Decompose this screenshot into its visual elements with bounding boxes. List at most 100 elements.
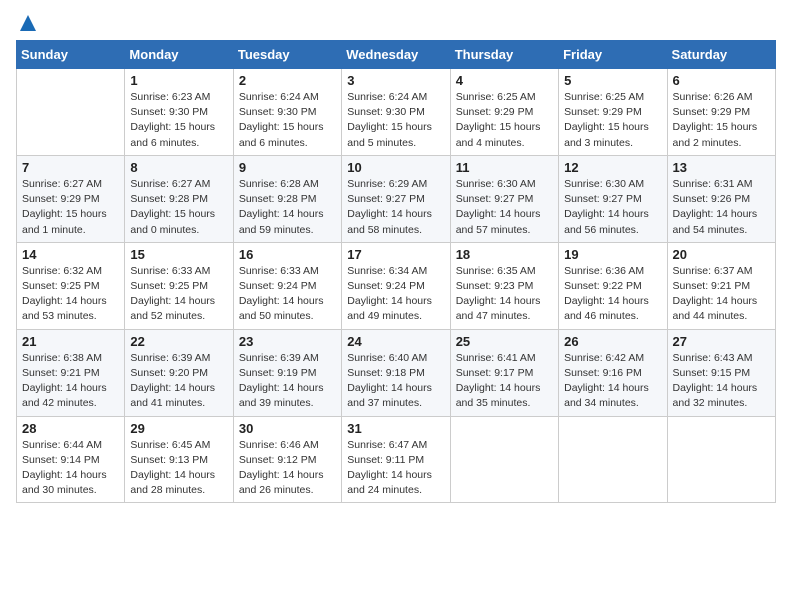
weekday-header: Wednesday: [342, 41, 450, 69]
day-info: Sunrise: 6:39 AM Sunset: 9:20 PM Dayligh…: [130, 351, 227, 412]
day-number: 13: [673, 160, 770, 175]
day-info: Sunrise: 6:30 AM Sunset: 9:27 PM Dayligh…: [564, 177, 661, 238]
day-info: Sunrise: 6:40 AM Sunset: 9:18 PM Dayligh…: [347, 351, 444, 412]
day-number: 22: [130, 334, 227, 349]
day-number: 15: [130, 247, 227, 262]
day-info: Sunrise: 6:28 AM Sunset: 9:28 PM Dayligh…: [239, 177, 336, 238]
calendar-week-row: 28 Sunrise: 6:44 AM Sunset: 9:14 PM Dayli…: [17, 416, 776, 503]
day-info: Sunrise: 6:37 AM Sunset: 9:21 PM Dayligh…: [673, 264, 770, 325]
calendar-cell: 29 Sunrise: 6:45 AM Sunset: 9:13 PM Dayli…: [125, 416, 233, 503]
day-number: 11: [456, 160, 553, 175]
calendar-cell: 31 Sunrise: 6:47 AM Sunset: 9:11 PM Dayli…: [342, 416, 450, 503]
day-number: 20: [673, 247, 770, 262]
calendar-week-row: 21 Sunrise: 6:38 AM Sunset: 9:21 PM Dayli…: [17, 329, 776, 416]
day-info: Sunrise: 6:46 AM Sunset: 9:12 PM Dayligh…: [239, 438, 336, 499]
calendar-cell: [667, 416, 775, 503]
day-info: Sunrise: 6:41 AM Sunset: 9:17 PM Dayligh…: [456, 351, 553, 412]
calendar-cell: 13 Sunrise: 6:31 AM Sunset: 9:26 PM Dayli…: [667, 155, 775, 242]
day-info: Sunrise: 6:44 AM Sunset: 9:14 PM Dayligh…: [22, 438, 119, 499]
day-number: 26: [564, 334, 661, 349]
weekday-header: Saturday: [667, 41, 775, 69]
calendar-table: SundayMondayTuesdayWednesdayThursdayFrid…: [16, 40, 776, 503]
day-info: Sunrise: 6:29 AM Sunset: 9:27 PM Dayligh…: [347, 177, 444, 238]
day-number: 5: [564, 73, 661, 88]
day-number: 28: [22, 421, 119, 436]
calendar-cell: 24 Sunrise: 6:40 AM Sunset: 9:18 PM Dayli…: [342, 329, 450, 416]
day-number: 16: [239, 247, 336, 262]
day-number: 3: [347, 73, 444, 88]
calendar-cell: 30 Sunrise: 6:46 AM Sunset: 9:12 PM Dayli…: [233, 416, 341, 503]
calendar-cell: 25 Sunrise: 6:41 AM Sunset: 9:17 PM Dayli…: [450, 329, 558, 416]
day-number: 24: [347, 334, 444, 349]
day-number: 27: [673, 334, 770, 349]
calendar-cell: 2Sunrise: 6:24 AM Sunset: 9:30 PM Daylig…: [233, 69, 341, 156]
calendar-cell: 10 Sunrise: 6:29 AM Sunset: 9:27 PM Dayli…: [342, 155, 450, 242]
day-number: 9: [239, 160, 336, 175]
day-info: Sunrise: 6:25 AM Sunset: 9:29 PM Dayligh…: [564, 90, 661, 151]
day-number: 1: [130, 73, 227, 88]
day-info: Sunrise: 6:30 AM Sunset: 9:27 PM Dayligh…: [456, 177, 553, 238]
day-number: 6: [673, 73, 770, 88]
calendar-cell: 23 Sunrise: 6:39 AM Sunset: 9:19 PM Dayli…: [233, 329, 341, 416]
calendar-cell: 17Sunrise: 6:34 AM Sunset: 9:24 PM Dayli…: [342, 242, 450, 329]
logo: [16, 16, 37, 32]
weekday-header: Monday: [125, 41, 233, 69]
day-number: 25: [456, 334, 553, 349]
day-number: 17: [347, 247, 444, 262]
day-info: Sunrise: 6:32 AM Sunset: 9:25 PM Dayligh…: [22, 264, 119, 325]
day-number: 7: [22, 160, 119, 175]
calendar-cell: 27Sunrise: 6:43 AM Sunset: 9:15 PM Dayli…: [667, 329, 775, 416]
day-number: 29: [130, 421, 227, 436]
calendar-cell: 4Sunrise: 6:25 AM Sunset: 9:29 PM Daylig…: [450, 69, 558, 156]
day-number: 19: [564, 247, 661, 262]
day-info: Sunrise: 6:38 AM Sunset: 9:21 PM Dayligh…: [22, 351, 119, 412]
weekday-header: Friday: [559, 41, 667, 69]
calendar-cell: 21 Sunrise: 6:38 AM Sunset: 9:21 PM Dayli…: [17, 329, 125, 416]
day-number: 30: [239, 421, 336, 436]
day-info: Sunrise: 6:31 AM Sunset: 9:26 PM Dayligh…: [673, 177, 770, 238]
day-number: 14: [22, 247, 119, 262]
calendar-week-row: 1 Sunrise: 6:23 AM Sunset: 9:30 PM Daylig…: [17, 69, 776, 156]
weekday-header: Thursday: [450, 41, 558, 69]
calendar-cell: [559, 416, 667, 503]
day-info: Sunrise: 6:26 AM Sunset: 9:29 PM Dayligh…: [673, 90, 770, 151]
logo-icon: [19, 14, 37, 32]
day-info: Sunrise: 6:33 AM Sunset: 9:25 PM Dayligh…: [130, 264, 227, 325]
day-info: Sunrise: 6:35 AM Sunset: 9:23 PM Dayligh…: [456, 264, 553, 325]
calendar-cell: 8Sunrise: 6:27 AM Sunset: 9:28 PM Daylig…: [125, 155, 233, 242]
calendar-cell: 6 Sunrise: 6:26 AM Sunset: 9:29 PM Daylig…: [667, 69, 775, 156]
calendar-cell: 28 Sunrise: 6:44 AM Sunset: 9:14 PM Dayli…: [17, 416, 125, 503]
weekday-header: Sunday: [17, 41, 125, 69]
day-info: Sunrise: 6:24 AM Sunset: 9:30 PM Dayligh…: [347, 90, 444, 151]
day-info: Sunrise: 6:45 AM Sunset: 9:13 PM Dayligh…: [130, 438, 227, 499]
calendar-cell: [450, 416, 558, 503]
weekday-header: Tuesday: [233, 41, 341, 69]
calendar-cell: 18 Sunrise: 6:35 AM Sunset: 9:23 PM Dayli…: [450, 242, 558, 329]
calendar-cell: 20 Sunrise: 6:37 AM Sunset: 9:21 PM Dayli…: [667, 242, 775, 329]
calendar-cell: 12Sunrise: 6:30 AM Sunset: 9:27 PM Dayli…: [559, 155, 667, 242]
page-header: [16, 16, 776, 32]
day-info: Sunrise: 6:27 AM Sunset: 9:29 PM Dayligh…: [22, 177, 119, 238]
day-number: 23: [239, 334, 336, 349]
day-number: 21: [22, 334, 119, 349]
calendar-cell: 5 Sunrise: 6:25 AM Sunset: 9:29 PM Daylig…: [559, 69, 667, 156]
calendar-cell: 22 Sunrise: 6:39 AM Sunset: 9:20 PM Dayli…: [125, 329, 233, 416]
day-info: Sunrise: 6:33 AM Sunset: 9:24 PM Dayligh…: [239, 264, 336, 325]
calendar-cell: 15 Sunrise: 6:33 AM Sunset: 9:25 PM Dayli…: [125, 242, 233, 329]
day-number: 18: [456, 247, 553, 262]
day-info: Sunrise: 6:42 AM Sunset: 9:16 PM Dayligh…: [564, 351, 661, 412]
calendar-cell: 1 Sunrise: 6:23 AM Sunset: 9:30 PM Daylig…: [125, 69, 233, 156]
day-info: Sunrise: 6:24 AM Sunset: 9:30 PM Dayligh…: [239, 90, 336, 151]
day-number: 31: [347, 421, 444, 436]
day-number: 10: [347, 160, 444, 175]
calendar-cell: 9 Sunrise: 6:28 AM Sunset: 9:28 PM Daylig…: [233, 155, 341, 242]
calendar-cell: [17, 69, 125, 156]
day-info: Sunrise: 6:23 AM Sunset: 9:30 PM Dayligh…: [130, 90, 227, 151]
day-info: Sunrise: 6:39 AM Sunset: 9:19 PM Dayligh…: [239, 351, 336, 412]
calendar-cell: 26 Sunrise: 6:42 AM Sunset: 9:16 PM Dayli…: [559, 329, 667, 416]
day-info: Sunrise: 6:47 AM Sunset: 9:11 PM Dayligh…: [347, 438, 444, 499]
calendar-cell: 14 Sunrise: 6:32 AM Sunset: 9:25 PM Dayli…: [17, 242, 125, 329]
calendar-week-row: 14 Sunrise: 6:32 AM Sunset: 9:25 PM Dayli…: [17, 242, 776, 329]
day-info: Sunrise: 6:27 AM Sunset: 9:28 PM Dayligh…: [130, 177, 227, 238]
calendar-cell: 19Sunrise: 6:36 AM Sunset: 9:22 PM Dayli…: [559, 242, 667, 329]
